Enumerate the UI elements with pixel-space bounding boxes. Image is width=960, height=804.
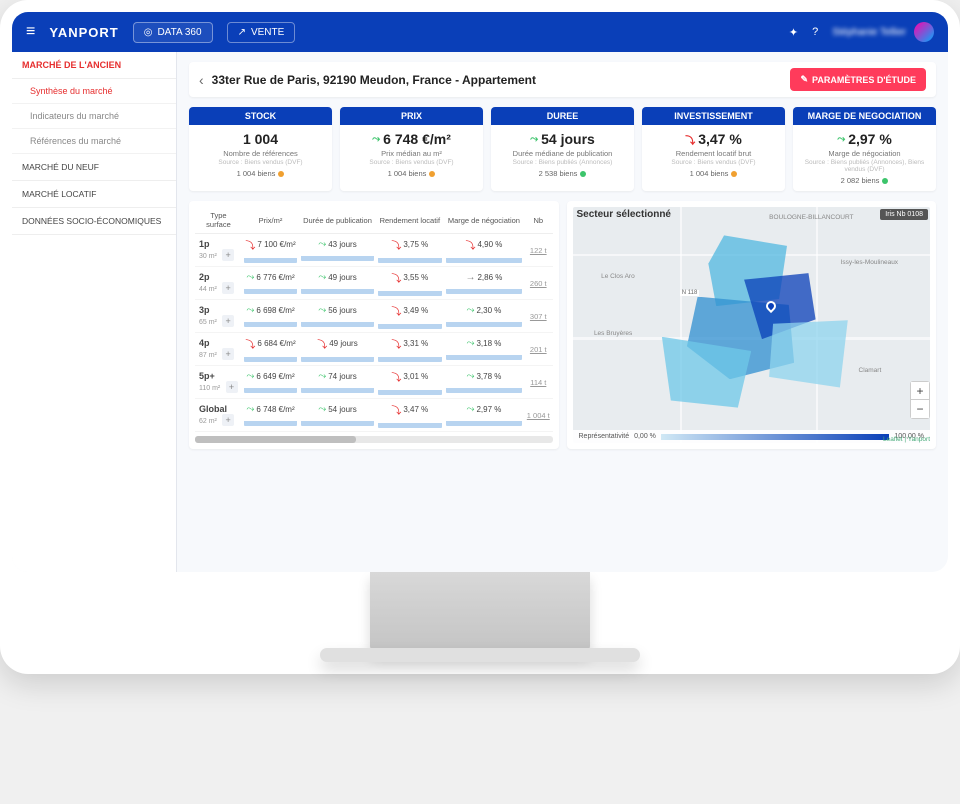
row-count[interactable]: 260 t — [524, 267, 552, 300]
row-label: 2p44 m² + — [195, 267, 242, 300]
map-legend: Représentativité 0,00 % 100,00 % — [573, 430, 931, 443]
notification-icon[interactable]: ✦ — [789, 26, 798, 39]
brand-logo: YANPORT — [49, 25, 118, 40]
table-header[interactable]: Durée de publication — [299, 207, 376, 234]
expand-icon[interactable]: + — [226, 381, 238, 393]
row-label: 5p+110 m² + — [195, 366, 242, 399]
kpi-card-0[interactable]: STOCK 1 004 Nombre de référencesSource : … — [189, 107, 332, 191]
horizontal-scrollbar[interactable] — [195, 436, 553, 443]
kpi-head: PRIX — [340, 107, 483, 125]
nav-vente[interactable]: ↗ VENTE — [227, 22, 296, 43]
row-label: 1p30 m² + — [195, 234, 242, 267]
kpi-head: MARGE DE NEGOCIATION — [793, 107, 936, 125]
sidebar-item-references[interactable]: Références du marché — [12, 129, 176, 154]
kpi-foot: 1 004 biens — [344, 169, 479, 178]
row-count[interactable]: 114 t — [524, 366, 552, 399]
table-header[interactable]: Typesurface — [195, 207, 242, 234]
kpi-caption: Marge de négociation — [797, 149, 932, 158]
kpi-cards: STOCK 1 004Nombre de référencesSource : … — [189, 107, 936, 191]
kpi-value: ⤳ 54 jours — [495, 131, 630, 147]
parametres-button[interactable]: ✎ PARAMÈTRES D'ÉTUDE — [790, 68, 926, 91]
table-row: 5p+110 m² +⤳ 6 649 €/m²⤳ 74 jours⤵ 3,01 … — [195, 366, 553, 399]
kpi-caption: Nombre de références — [193, 149, 328, 158]
pencil-icon: ✎ — [800, 74, 808, 85]
kpi-value: ⤳ 2,97 % — [797, 131, 932, 147]
nav-data360[interactable]: ◎ DATA 360 — [133, 22, 213, 43]
row-count[interactable]: 201 t — [524, 333, 552, 366]
map-tag: Iris Nb 0108 — [880, 209, 928, 220]
kpi-value: ⤳ 6 748 €/m² — [344, 131, 479, 147]
kpi-head: INVESTISSEMENT — [642, 107, 785, 125]
kpi-card-2[interactable]: DUREE ⤳ 54 jours Durée médiane de publicat… — [491, 107, 634, 191]
kpi-card-3[interactable]: INVESTISSEMENT ⤵ 3,47 % Rendement locatif … — [642, 107, 785, 191]
sidebar-item-synthese[interactable]: Synthèse du marché — [12, 79, 176, 104]
kpi-caption: Durée médiane de publication — [495, 149, 630, 158]
row-label: 3p65 m² + — [195, 300, 242, 333]
expand-icon[interactable]: + — [222, 315, 234, 327]
expand-icon[interactable]: + — [222, 249, 234, 261]
expand-icon[interactable]: + — [222, 282, 234, 294]
sidebar: MARCHÉ DE L'ANCIEN Synthèse du marché In… — [12, 52, 177, 572]
row-label: Global62 m² + — [195, 399, 242, 432]
kpi-foot: 2 538 biens — [495, 169, 630, 178]
kpi-card-1[interactable]: PRIX ⤳ 6 748 €/m² Prix médian au m²Source … — [340, 107, 483, 191]
sidebar-section-ancien[interactable]: MARCHÉ DE L'ANCIEN — [12, 52, 176, 79]
sidebar-section-locatif[interactable]: MARCHÉ LOCATIF — [12, 181, 176, 208]
kpi-foot: 1 004 biens — [193, 169, 328, 178]
table-row: Global62 m² +⤳ 6 748 €/m²⤳ 54 jours⤵ 3,4… — [195, 399, 553, 432]
kpi-source: Source : Biens vendus (DVF) — [193, 159, 328, 166]
help-icon[interactable]: ? — [812, 26, 818, 38]
expand-icon[interactable]: + — [222, 414, 234, 426]
table-header[interactable]: Rendement locatif — [376, 207, 444, 234]
back-icon[interactable]: ‹ — [199, 72, 204, 88]
kpi-value: ⤵ 3,47 % — [646, 131, 781, 147]
main-content: ‹ 33ter Rue de Paris, 92190 Meudon, Fran… — [177, 52, 948, 572]
kpi-head: STOCK — [189, 107, 332, 125]
expand-icon[interactable]: + — [222, 348, 234, 360]
data-table: TypesurfacePrix/m²Durée de publicationRe… — [195, 207, 553, 432]
menu-icon[interactable]: ≡ — [26, 23, 35, 41]
title-bar: ‹ 33ter Rue de Paris, 92190 Meudon, Fran… — [189, 62, 936, 97]
kpi-card-4[interactable]: MARGE DE NEGOCIATION ⤳ 2,97 % Marge de nég… — [793, 107, 936, 191]
sidebar-section-neuf[interactable]: MARCHÉ DU NEUF — [12, 154, 176, 181]
table-row: 1p30 m² +⤵ 7 100 €/m²⤳ 43 jours⤵ 3,75 %⤵… — [195, 234, 553, 267]
table-header[interactable]: Prix/m² — [242, 207, 299, 234]
kpi-source: Source : Biens publiés (Annonces), Biens… — [797, 159, 932, 173]
zoom-out-button[interactable]: − — [911, 400, 929, 418]
row-label: 4p87 m² + — [195, 333, 242, 366]
row-count[interactable]: 122 t — [524, 234, 552, 267]
row-count[interactable]: 307 t — [524, 300, 552, 333]
table-row: 2p44 m² +⤳ 6 776 €/m²⤳ 49 jours⤵ 3,55 %→… — [195, 267, 553, 300]
sidebar-item-indicateurs[interactable]: Indicateurs du marché — [12, 104, 176, 129]
row-count[interactable]: 1 004 t — [524, 399, 552, 432]
kpi-value: 1 004 — [193, 131, 328, 147]
sidebar-section-socio[interactable]: DONNÉES SOCIO-ÉCONOMIQUES — [12, 208, 176, 235]
kpi-caption: Rendement locatif brut — [646, 149, 781, 158]
user-menu[interactable]: Stéphanie Tellier — [832, 22, 934, 42]
kpi-source: Source : Biens vendus (DVF) — [344, 159, 479, 166]
map-canvas[interactable]: BOULOGNE-BILLANCOURT Le Clos Aro Issy-le… — [573, 207, 931, 443]
table-header[interactable]: Marge de négociation — [444, 207, 524, 234]
zoom-in-button[interactable]: + — [911, 382, 929, 400]
kpi-source: Source : Biens vendus (DVF) — [646, 159, 781, 166]
data-table-panel: TypesurfacePrix/m²Durée de publicationRe… — [189, 201, 559, 449]
table-row: 4p87 m² +⤵ 6 684 €/m²⤵ 49 jours⤵ 3,31 %⤳… — [195, 333, 553, 366]
kpi-caption: Prix médian au m² — [344, 149, 479, 158]
table-row: 3p65 m² +⤳ 6 698 €/m²⤳ 56 jours⤵ 3,49 %⤳… — [195, 300, 553, 333]
kpi-head: DUREE — [491, 107, 634, 125]
map-panel: Secteur sélectionné Iris Nb 0108 — [567, 201, 937, 449]
table-header[interactable]: Nb — [524, 207, 552, 234]
map-title: Secteur sélectionné — [577, 209, 671, 220]
map-zoom-controls: + − — [910, 381, 930, 419]
kpi-source: Source : Biens publiés (Annonces) — [495, 159, 630, 166]
avatar — [914, 22, 934, 42]
top-bar: ≡ YANPORT ◎ DATA 360 ↗ VENTE ✦ ? Stéphan… — [12, 12, 948, 52]
map-attribution: Leaflet | Yanport — [883, 436, 930, 443]
kpi-foot: 1 004 biens — [646, 169, 781, 178]
kpi-foot: 2 082 biens — [797, 176, 932, 185]
page-title: 33ter Rue de Paris, 92190 Meudon, France… — [212, 73, 536, 87]
